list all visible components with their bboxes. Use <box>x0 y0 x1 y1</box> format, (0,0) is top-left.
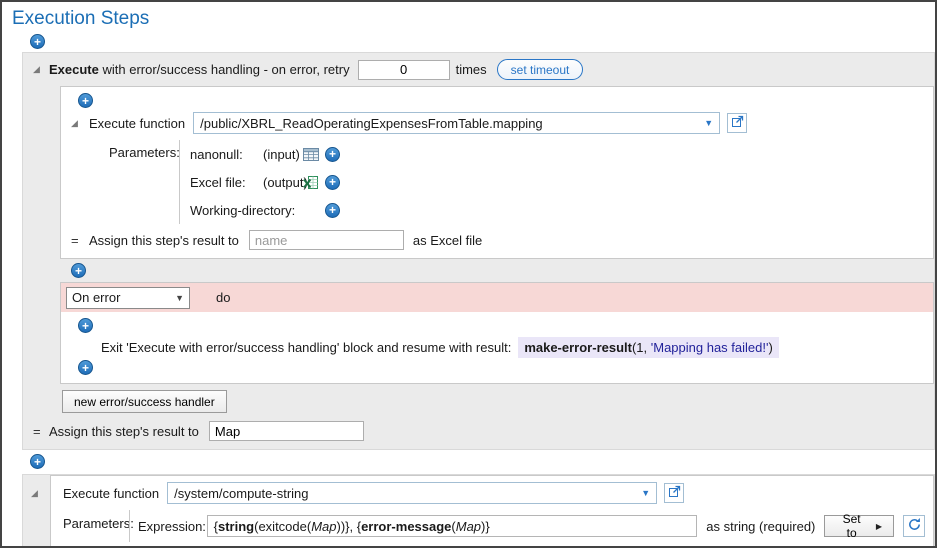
expression-input[interactable]: {string(exitcode(Map))}, {error-message(… <box>207 515 698 537</box>
do-label: do <box>216 290 230 305</box>
execute-function-label: Execute function <box>63 486 159 501</box>
table-icon <box>303 148 325 161</box>
set-to-label: Set to <box>836 512 866 540</box>
expr-function: string <box>218 519 254 534</box>
external-link-icon <box>668 485 681 501</box>
add-step-button-panel1[interactable]: + <box>78 93 93 108</box>
parameters-list: nanonull: (input) + Excel file: (output) <box>179 140 340 224</box>
expression-string: 'Mapping has failed!' <box>651 340 769 355</box>
expr-text: (exitcode( <box>254 519 311 534</box>
exit-step-text: Exit 'Execute with error/success handlin… <box>101 340 511 355</box>
error-handler-section: On error ▼ do + Exit 'Execute with error… <box>60 282 934 384</box>
handler-body: + Exit 'Execute with error/success handl… <box>61 312 933 383</box>
expr-variable: Map <box>456 519 481 534</box>
exit-result-expression[interactable]: make-error-result(1, 'Mapping has failed… <box>518 337 779 358</box>
expr-text: ))}, { <box>337 519 362 534</box>
header-text: with error/success handling - on error, … <box>99 62 350 77</box>
expression-close: ) <box>768 340 772 355</box>
result-name-input-map[interactable] <box>209 421 364 441</box>
parameter-row-nanonull: nanonull: (input) + <box>190 140 340 168</box>
expr-text: )} <box>481 519 490 534</box>
function-path-value: /public/XBRL_ReadOperatingExpensesFromTa… <box>200 116 543 131</box>
parameter-name: nanonull: <box>190 147 263 162</box>
parameter-row-excel-file: Excel file: (output) + <box>190 168 340 196</box>
combo-caret-icon: ▼ <box>704 118 713 128</box>
mapping-step-panel: + ◢ Execute function /public/XBRL_ReadOp… <box>60 86 934 259</box>
assign-result-row: = Assign this step's result to as Excel … <box>71 230 925 250</box>
page-title: Execution Steps <box>2 2 935 32</box>
set-parameter-button[interactable]: + <box>325 203 340 218</box>
parameters-section: Parameters: nanonull: (input) + Excel fi… <box>109 140 925 224</box>
collapse-icon-block1[interactable]: ◢ <box>33 65 49 74</box>
expression-label: Expression: <box>138 519 207 534</box>
execution-steps-page: Execution Steps + ◢ Execute with error/s… <box>0 0 937 548</box>
compute-string-block: ◢ Execute function /system/compute-strin… <box>22 474 935 548</box>
parameters-label: Parameters: <box>63 510 129 542</box>
error-handling-block: ◢ Execute with error/success handling - … <box>22 52 935 450</box>
compute-string-panel: Execute function /system/compute-string … <box>50 475 934 548</box>
new-error-success-handler-button[interactable]: new error/success handler <box>62 390 227 413</box>
execute-keyword: Execute <box>49 62 99 77</box>
expression-function: make-error-result <box>524 340 632 355</box>
exit-step-row: Exit 'Execute with error/success handlin… <box>101 337 925 358</box>
execute-function-row: ◢ Execute function /public/XBRL_ReadOper… <box>71 112 925 134</box>
parameter-direction: (output) <box>263 175 303 190</box>
expression-parameter-row: Expression: {string(exitcode(Map))}, {er… <box>129 510 925 542</box>
collapse-icon-block2[interactable]: ◢ <box>31 489 38 498</box>
open-function-button[interactable] <box>664 483 684 503</box>
block-header-label: Execute with error/success handling - on… <box>49 62 350 77</box>
handler-type-value: On error <box>72 290 120 305</box>
add-step-button-after-panel1[interactable]: + <box>71 263 86 278</box>
assign-result-row-block1: = Assign this step's result to <box>33 421 934 441</box>
expr-variable: Map <box>311 519 336 534</box>
open-function-button[interactable] <box>727 113 747 133</box>
set-parameter-button[interactable]: + <box>325 175 340 190</box>
add-step-button-between-blocks[interactable]: + <box>30 454 45 469</box>
assign-label: Assign this step's result to <box>49 424 199 439</box>
select-caret-icon: ▼ <box>175 293 184 303</box>
parameters-section: Parameters: Expression: {string(exitcode… <box>63 510 925 542</box>
add-step-button-top[interactable]: + <box>30 34 45 49</box>
parameter-name: Working-directory: <box>190 203 263 218</box>
retry-count-input[interactable] <box>358 60 450 80</box>
set-timeout-button[interactable]: set timeout <box>497 59 584 80</box>
assign-step-icon: = <box>33 424 49 439</box>
parameter-direction: (input) <box>263 147 303 162</box>
block-header: ◢ Execute with error/success handling - … <box>23 53 934 86</box>
parameter-row-working-directory: Working-directory: + <box>190 196 340 224</box>
set-to-arrow-icon: ▶ <box>876 522 882 531</box>
on-error-header: On error ▼ do <box>61 283 933 312</box>
add-handler-step-button-2[interactable]: + <box>78 360 93 375</box>
handler-type-select[interactable]: On error ▼ <box>66 287 190 309</box>
execute-function-label: Execute function <box>89 116 185 131</box>
as-string-required-label: as string (required) <box>706 519 815 534</box>
external-link-icon <box>731 115 744 131</box>
function-path-value: /system/compute-string <box>174 486 308 501</box>
set-parameter-button[interactable]: + <box>325 147 340 162</box>
add-handler-step-button-1[interactable]: + <box>78 318 93 333</box>
result-name-input[interactable] <box>249 230 404 250</box>
collapse-icon-step1[interactable]: ◢ <box>71 119 89 128</box>
function-path-combobox[interactable]: /public/XBRL_ReadOperatingExpensesFromTa… <box>193 112 720 134</box>
expression-open: (1, <box>632 340 651 355</box>
times-label: times <box>456 62 487 77</box>
combo-caret-icon: ▼ <box>641 488 650 498</box>
parameter-name: Excel file: <box>190 175 263 190</box>
excel-file-icon <box>303 176 325 189</box>
assign-type-label: as Excel file <box>413 233 482 248</box>
assign-label: Assign this step's result to <box>89 233 239 248</box>
recalculate-button[interactable] <box>903 515 925 537</box>
assign-step-icon: = <box>71 233 89 248</box>
function-path-combobox[interactable]: /system/compute-string ▼ <box>167 482 657 504</box>
parameters-label: Parameters: <box>109 140 179 224</box>
set-to-button[interactable]: Set to ▶ <box>824 515 894 537</box>
expr-function: error-message <box>361 519 451 534</box>
refresh-icon <box>907 517 922 535</box>
execute-function-row: Execute function /system/compute-string … <box>63 482 925 504</box>
